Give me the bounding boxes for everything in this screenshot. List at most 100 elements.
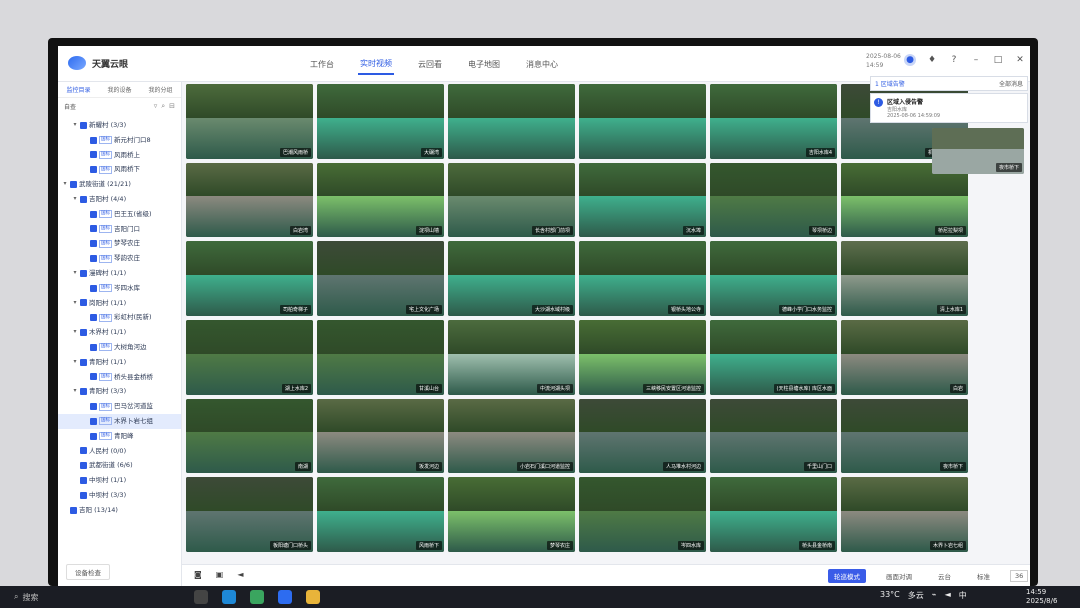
user-avatar-icon[interactable]: ●: [904, 54, 916, 66]
tree-item[interactable]: ▾ 新耀村 (3/3): [58, 118, 181, 133]
video-tile[interactable]: 大沙湖水域村级: [448, 241, 575, 316]
tree-item[interactable]: 国标 岑四水库: [58, 281, 181, 296]
video-tile[interactable]: [579, 84, 706, 159]
video-tile[interactable]: 甘溪山台: [317, 319, 444, 395]
layout-count-select[interactable]: 36: [1010, 570, 1029, 582]
toolbar-button-2[interactable]: 云台: [932, 569, 957, 583]
video-tile[interactable]: 岑四水库: [579, 477, 706, 552]
video-tile[interactable]: 中流河湖头坝: [448, 319, 575, 395]
help-icon[interactable]: ?: [948, 54, 960, 66]
expand-caret-icon[interactable]: ▾: [72, 325, 78, 340]
tab-monitor-directory[interactable]: 监控目录: [66, 85, 90, 94]
device-check-button[interactable]: 设备检查: [66, 564, 110, 580]
video-tile[interactable]: 梦琴农庄: [448, 477, 575, 552]
video-tile[interactable]: 淀坝山墙: [317, 162, 444, 238]
video-tile[interactable]: 沉水埠: [579, 162, 706, 238]
camera-icon[interactable]: ◙: [194, 570, 202, 579]
tree-item[interactable]: 人民村 (0/0): [58, 444, 181, 459]
video-tile[interactable]: (天柱县塘水库) 库区水面: [710, 319, 837, 395]
tree-item[interactable]: 国标 巴马岔河道监: [58, 399, 181, 414]
tree-item[interactable]: 国标 吉阳门口: [58, 222, 181, 237]
video-tile[interactable]: 小岩石门溪口河道监控: [448, 398, 575, 474]
video-tile[interactable]: 白岩湾: [186, 162, 313, 238]
edge-icon[interactable]: [222, 590, 236, 604]
video-tile[interactable]: 千里山门口: [710, 398, 837, 474]
tree-item[interactable]: ▾ 漫碑村 (1/1): [58, 266, 181, 281]
chrome-icon[interactable]: [250, 590, 264, 604]
tree-item[interactable]: 国标 新元村门口8: [58, 133, 181, 148]
nav-tab-0[interactable]: 工作台: [308, 55, 336, 74]
tab-my-devices[interactable]: 我的设备: [107, 85, 131, 94]
video-tile[interactable]: 木界卜岩七组: [841, 477, 968, 552]
close-icon[interactable]: ✕: [1014, 54, 1026, 66]
tree-item[interactable]: 中坝村 (1/1): [58, 473, 181, 488]
volume-icon[interactable]: ◄: [237, 570, 243, 579]
app-icon[interactable]: [278, 590, 292, 604]
tree-item[interactable]: ▾ 木界村 (1/1): [58, 325, 181, 340]
video-tile[interactable]: 湖上水库2: [186, 319, 313, 395]
expand-caret-icon[interactable]: ▾: [72, 192, 78, 207]
video-tile[interactable]: [448, 84, 575, 159]
notification-tab[interactable]: 1 区域告警: [875, 79, 905, 88]
tree-item[interactable]: ▾ 吉阳村 (4/4): [58, 192, 181, 207]
expand-caret-icon[interactable]: ▾: [72, 384, 78, 399]
video-tile[interactable]: 风雨桥下: [317, 477, 444, 552]
video-tile[interactable]: 南湖: [186, 398, 313, 474]
video-tile[interactable]: 银桥头地公寺: [579, 241, 706, 316]
alert-card[interactable]: ! 区域入侵告警 吉阳水库 2025-08-06 14:59:09: [870, 93, 1028, 123]
expand-caret-icon[interactable]: ▾: [62, 177, 68, 192]
tab-my-groups[interactable]: 我的分组: [148, 85, 172, 94]
video-tile[interactable]: 坂发河边: [317, 398, 444, 474]
video-tile[interactable]: 板阳塘门口桥头: [186, 477, 313, 552]
video-tile[interactable]: 长含村部门前坝: [448, 162, 575, 238]
taskview-icon[interactable]: [194, 590, 208, 604]
video-tile[interactable]: 三峡移民安置区河道监控: [579, 319, 706, 395]
nav-tab-1[interactable]: 实时视频: [358, 54, 394, 75]
ime-indicator[interactable]: 中: [959, 590, 967, 601]
video-tile[interactable]: 吉阳水库4: [710, 84, 837, 159]
alert-preview-tile[interactable]: 夜市桥下: [932, 128, 1024, 174]
tree-item[interactable]: ▾ 青阳村 (1/1): [58, 355, 181, 370]
taskbar-search[interactable]: ⌕ 搜索: [14, 592, 144, 603]
maximize-icon[interactable]: □: [992, 54, 1004, 66]
video-tile[interactable]: 司柏奇梯子: [186, 241, 313, 316]
video-tile[interactable]: 巴潮风雨桥: [186, 84, 313, 159]
toolbar-button-0[interactable]: 轮巡模式: [828, 569, 866, 583]
tree-item[interactable]: ▾ 岗阳村 (1/1): [58, 296, 181, 311]
tree-item[interactable]: 国标 琴韵农庄: [58, 251, 181, 266]
tree-item[interactable]: 国标 桥头县金桥桥: [58, 370, 181, 385]
expand-caret-icon[interactable]: ▾: [72, 296, 78, 311]
collapse-icon[interactable]: ⊟: [169, 102, 175, 111]
video-tile[interactable]: 夜市桥下: [841, 398, 968, 474]
weather-temp[interactable]: 33°C: [880, 590, 900, 601]
bell-icon[interactable]: ♦: [926, 54, 938, 66]
tree-item[interactable]: 武都街道 (6/6): [58, 458, 181, 473]
tree-item[interactable]: 国标 木界卜岩七组: [58, 413, 181, 429]
video-tile[interactable]: 白岩: [841, 319, 968, 395]
tree-item[interactable]: 国标 巴王五(省级): [58, 207, 181, 222]
tree-item[interactable]: 国标 大树角河边: [58, 340, 181, 355]
folder-icon[interactable]: [306, 590, 320, 604]
tree-item[interactable]: 国标 风雨桥上: [58, 148, 181, 163]
video-tile[interactable]: 宅上文化广场: [317, 241, 444, 316]
video-tile[interactable]: 琴坝桥边: [710, 162, 837, 238]
toolbar-button-1[interactable]: 画面对调: [880, 569, 918, 583]
tree-item[interactable]: 吉阳 (13/14): [58, 503, 181, 518]
nav-tab-4[interactable]: 消息中心: [524, 55, 560, 74]
nav-tab-2[interactable]: 云回看: [416, 55, 444, 74]
tree-item[interactable]: 国标 梦琴农庄: [58, 236, 181, 251]
video-tile[interactable]: 清上水库1: [841, 241, 968, 316]
toolbar-button-3[interactable]: 标准: [971, 569, 996, 583]
volume-tray-icon[interactable]: ◄: [945, 590, 951, 601]
tree-item[interactable]: 国标 青阳峰: [58, 429, 181, 444]
video-tile[interactable]: 人马堆水村河边: [579, 398, 706, 474]
taskbar-clock[interactable]: 14:59 2025/8/6: [1026, 588, 1057, 606]
all-messages-link[interactable]: 全部消息: [999, 79, 1023, 88]
tree-item[interactable]: 国标 风雨桥下: [58, 162, 181, 177]
network-icon[interactable]: ⌁: [932, 590, 937, 601]
nav-tab-3[interactable]: 电子地图: [466, 55, 502, 74]
tree-item[interactable]: ▾ 青阳村 (3/3): [58, 384, 181, 399]
search-icon[interactable]: ⌕: [161, 102, 165, 111]
filter-icon[interactable]: ▿: [154, 102, 158, 111]
video-tile[interactable]: 桥头县金桥南: [710, 477, 837, 552]
